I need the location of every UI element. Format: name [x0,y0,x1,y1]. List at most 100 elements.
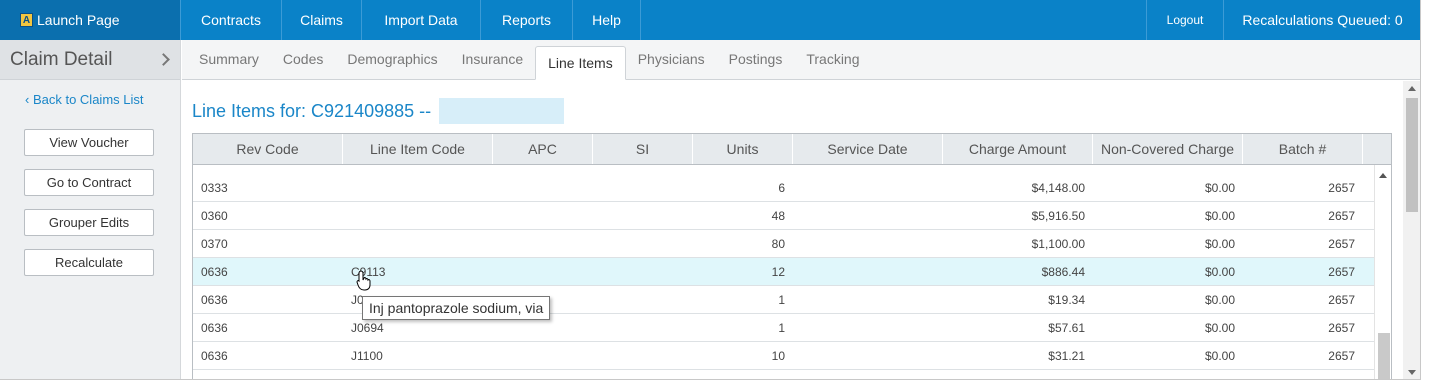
recalculations-queued-status[interactable]: Recalculations Queued: 0 [1224,0,1420,40]
sidebar-header: Claim Detail [0,40,180,80]
page-scroll-up-icon[interactable] [1408,86,1416,91]
table-cell [593,230,693,258]
table-cell: $886.44 [1041,264,1085,279]
app-logo-icon: A [20,13,33,27]
table-cell: $0.00 [1204,236,1235,251]
table-cell: 0333 [201,180,228,195]
tab-physicians[interactable]: Physicians [626,39,717,79]
tab-postings[interactable]: Postings [717,39,795,79]
tab-summary[interactable]: Summary [187,39,271,79]
table-cell: 0636 [201,264,228,279]
table-cell: $0.00 [1204,180,1235,195]
page-scroll-down-icon[interactable] [1408,370,1416,375]
table-cell [793,174,943,202]
table-cell [793,202,943,230]
table-cell [593,314,693,342]
table-cell: $1,100.00 [1031,236,1085,251]
column-header[interactable]: Units [693,134,793,164]
launch-page-link[interactable]: A Launch Page [0,0,181,40]
line-items-panel: Line Items for: C921409885 -- Rev Code Li… [182,81,1403,379]
table-cell: 0636 [201,348,228,363]
table-cell: 2657 [1328,264,1355,279]
table-cell: $0.00 [1204,264,1235,279]
table-cell: 48 [771,208,785,223]
table-cell: $31.21 [1048,348,1085,363]
grid-header: Rev Code Line Item Code APC SI Units Service … [193,134,1391,165]
launch-page-label: Launch Page [37,12,120,28]
table-row[interactable]: 0333 6 $4,148.00 $0.00 2657 [193,174,1374,202]
grid-scroll-thumb[interactable] [1378,333,1390,379]
column-header[interactable]: Rev Code [193,134,343,164]
nav-claims[interactable]: Claims [282,0,362,40]
tab-line-items[interactable]: Line Items [535,46,626,80]
table-cell [793,286,943,314]
table-cell: $0.00 [1204,348,1235,363]
table-cell: 2657 [1328,292,1355,307]
table-cell [493,174,593,202]
nav-reports[interactable]: Reports [481,0,573,40]
page-scroll-thumb[interactable] [1406,98,1418,212]
table-cell [793,342,943,370]
table-cell [493,230,593,258]
sidebar-title: Claim Detail [10,48,113,70]
table-cell: $0.00 [1204,208,1235,223]
grid-scrollbar[interactable] [1374,165,1391,379]
chevron-left-icon: ‹ [25,92,33,107]
table-cell: 0360 [201,208,228,223]
go-to-contract-button[interactable]: Go to Contract [24,169,154,196]
table-cell: 0636 [201,320,228,335]
scroll-up-arrow-icon[interactable] [1379,173,1387,178]
collapse-chevron-icon[interactable] [157,53,170,66]
table-cell: $0.00 [1204,292,1235,307]
column-header[interactable]: Batch # [1243,134,1363,164]
nav-import-data[interactable]: Import Data [362,0,481,40]
table-row[interactable]: 0360 48 $5,916.50 $0.00 2657 [193,202,1374,230]
tab-tracking[interactable]: Tracking [794,39,871,79]
table-cell [493,202,593,230]
tab-codes[interactable]: Codes [271,39,335,79]
table-cell: $57.61 [1048,320,1085,335]
table-cell [593,174,693,202]
nav-contracts[interactable]: Contracts [181,0,282,40]
page-scrollbar[interactable] [1403,81,1420,379]
recalculate-button[interactable]: Recalculate [24,249,154,276]
column-header[interactable]: Charge Amount [943,134,1093,164]
table-cell: J1100 [351,348,383,363]
table-cell [493,342,593,370]
table-cell [593,286,693,314]
claim-tabs: Summary Codes Demographics Insurance Lin… [182,39,1420,80]
table-cell [493,258,593,286]
view-voucher-button[interactable]: View Voucher [24,129,154,156]
column-header[interactable]: Line Item Code [343,134,493,164]
column-header[interactable]: APC [493,134,593,164]
back-to-claims-link[interactable]: ‹ Back to Claims List [25,92,180,107]
table-cell [593,342,693,370]
logout-link[interactable]: Logout [1146,0,1224,40]
app-window: A Launch Page Contracts Claims Import Da… [0,0,1421,380]
table-cell: $0.00 [1204,320,1235,335]
grouper-edits-button[interactable]: Grouper Edits [24,209,154,236]
table-cell: 0636 [201,292,228,307]
column-header[interactable]: Service Date [793,134,943,164]
column-header[interactable]: SI [593,134,693,164]
tab-demographics[interactable]: Demographics [335,39,449,79]
table-row[interactable]: 0636 J1100 10 $31.21 $0.00 2657 [193,342,1374,370]
nav-help[interactable]: Help [573,0,641,40]
table-cell: 2657 [1328,236,1355,251]
table-cell: 1 [778,320,785,335]
table-cell [343,202,493,230]
table-cell: 10 [771,348,785,363]
hand-cursor-icon [356,270,371,291]
table-cell [793,230,943,258]
table-row[interactable]: 0370 80 $1,100.00 $0.00 2657 [193,230,1374,258]
table-cell: $5,916.50 [1031,208,1085,223]
column-header[interactable]: Non-Covered Charge [1093,134,1243,164]
table-cell [343,230,493,258]
page-title: Line Items for: C921409885 -- [192,98,565,124]
table-cell [593,202,693,230]
tab-insurance[interactable]: Insurance [450,39,535,79]
table-cell: $4,148.00 [1031,180,1085,195]
table-cell: 0370 [201,236,228,251]
table-cell [593,258,693,286]
table-cell: 2657 [1328,320,1355,335]
